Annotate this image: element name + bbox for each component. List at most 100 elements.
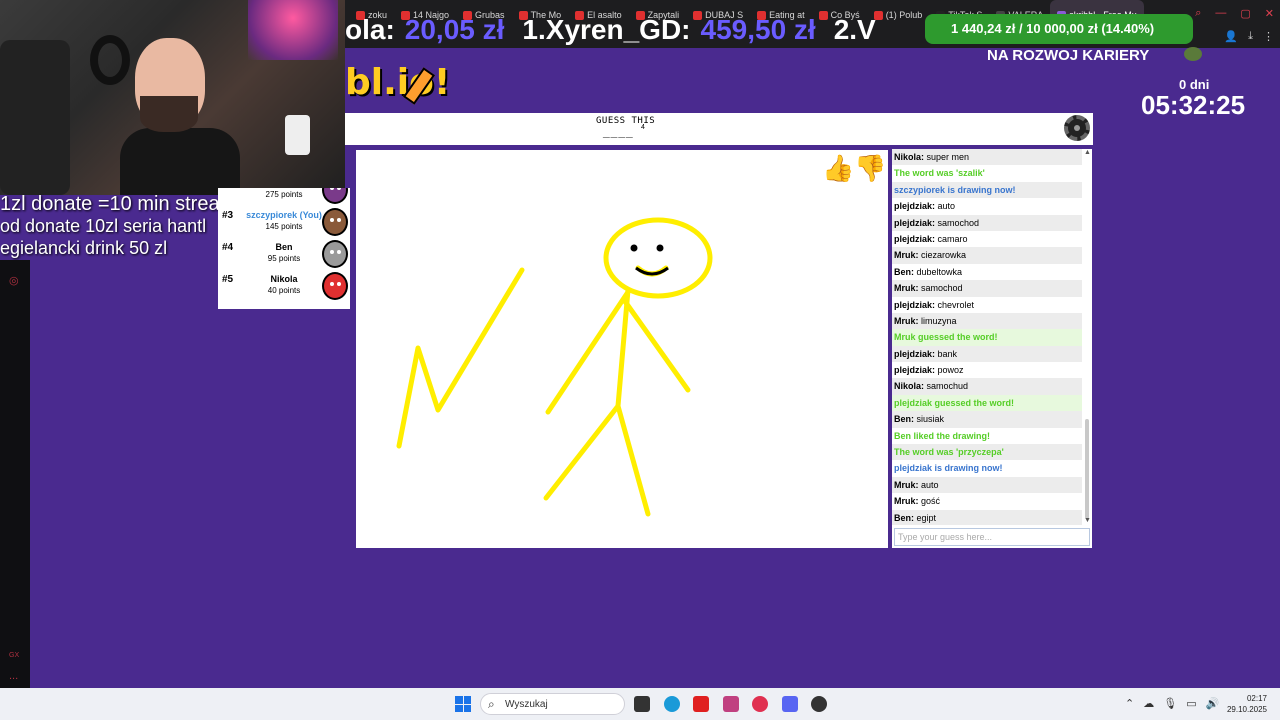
extensions-icon[interactable]: ⋮ bbox=[1263, 30, 1274, 43]
download-icon[interactable]: ⤓ bbox=[1248, 30, 1253, 43]
avatar-eye bbox=[337, 282, 341, 286]
obs-icon[interactable] bbox=[811, 696, 827, 712]
close-icon[interactable]: ✕ bbox=[1265, 7, 1274, 20]
chat-author: plejdziak: bbox=[894, 348, 936, 359]
chat-system-text: plejdziak is drawing now! bbox=[894, 463, 1003, 474]
chat-author: Mruk: bbox=[894, 283, 919, 294]
player-row[interactable]: #5 Nikola 40 points bbox=[218, 270, 350, 302]
player-rank: #3 bbox=[222, 210, 234, 221]
chat-text: dubeltowka bbox=[916, 266, 963, 277]
avatar-eye bbox=[330, 188, 334, 190]
chat-system-text: Mruk guessed the word! bbox=[894, 332, 998, 343]
search-icon: ⌕ bbox=[488, 697, 495, 711]
chat-message: szczypiorek is drawing now! bbox=[892, 181, 1082, 199]
avatar-eye bbox=[330, 218, 334, 222]
chat-text: auto bbox=[921, 479, 939, 490]
taskbar-search[interactable]: ⌕ Wyszukaj bbox=[480, 693, 625, 715]
chat-text: powoz bbox=[937, 365, 964, 376]
player-name: szczypiorek (You) bbox=[246, 210, 322, 220]
chat-message: plejdziak: chevrolet bbox=[892, 297, 1082, 313]
chevron-up-icon[interactable]: ⌃ bbox=[1125, 697, 1134, 710]
overlay-line-3: egielancki drink 50 zl bbox=[0, 238, 168, 258]
stream-overlay-text: 1zl donate =10 min stream od donate 10zl… bbox=[0, 193, 236, 259]
desk-cup bbox=[285, 115, 310, 155]
chat-system-text: Ben liked the drawing! bbox=[894, 430, 991, 441]
discord-icon[interactable] bbox=[782, 696, 798, 712]
search-tabs-icon[interactable]: ⌕ bbox=[1195, 7, 1201, 20]
profile-icon[interactable]: 👤 bbox=[1224, 30, 1238, 43]
chat-author: plejdziak: bbox=[894, 365, 936, 376]
cloud-icon[interactable]: ☁ bbox=[1143, 697, 1154, 710]
ticker-amount: 20,05 zł bbox=[404, 14, 505, 45]
drawing-canvas[interactable]: 👍 👎 bbox=[356, 150, 888, 548]
mic-icon[interactable]: 🎙 bbox=[1163, 697, 1177, 710]
chat-author: plejdziak: bbox=[894, 217, 936, 228]
youtube-icon[interactable] bbox=[693, 696, 709, 712]
side-strip: ◎ GX ... bbox=[0, 260, 30, 690]
chat-message: Mruk: ciezarowka bbox=[892, 247, 1082, 264]
rgb-light bbox=[248, 0, 338, 60]
windows-start-icon[interactable] bbox=[455, 696, 471, 712]
speaker-icon[interactable]: 🔊 bbox=[1206, 697, 1220, 710]
stick-figure-left-arm bbox=[545, 289, 631, 415]
webcam-feed bbox=[0, 0, 345, 195]
clock[interactable]: 02:17 29.10.2025 bbox=[1225, 693, 1267, 715]
player-name: Ben bbox=[275, 242, 293, 252]
avatar-eye bbox=[337, 188, 341, 190]
chat-author: plejdziak: bbox=[894, 299, 936, 310]
clock-date: 29.10.2025 bbox=[1226, 705, 1267, 714]
chat-text: gość bbox=[921, 496, 941, 507]
chat-message: Mruk: limuzyna bbox=[892, 312, 1082, 330]
settings-gear-icon[interactable] bbox=[1064, 115, 1090, 141]
chat-author: Nikola: bbox=[894, 152, 925, 162]
scroll-up-icon[interactable]: ▲ bbox=[1084, 149, 1091, 156]
snipping-tool-icon[interactable] bbox=[723, 696, 739, 712]
player-row[interactable]: #4 Ben 95 points bbox=[218, 238, 350, 270]
career-label: NA ROZWOJ KARIERY bbox=[987, 47, 1150, 64]
player-name: Nikola bbox=[270, 274, 298, 284]
ticker-amount: 459,50 zł bbox=[700, 14, 816, 45]
scroll-down-icon[interactable]: ▼ bbox=[1084, 517, 1091, 524]
chat-message: The word was 'przyczepa' bbox=[892, 444, 1082, 461]
task-view-icon[interactable] bbox=[634, 696, 650, 712]
chat-text: camaro bbox=[937, 233, 968, 244]
chat-system-text: The word was 'szalik' bbox=[894, 168, 985, 179]
chat-message: plejdziak guessed the word! bbox=[892, 394, 1082, 412]
gaming-chair bbox=[0, 40, 70, 195]
player-avatar bbox=[322, 208, 348, 236]
player-avatar bbox=[322, 272, 348, 300]
system-tray: ⌃ ☁ 🎙 ▭ 🔊 bbox=[1125, 697, 1219, 710]
chat-text: samochod bbox=[921, 283, 963, 294]
player-rank: #4 bbox=[222, 242, 234, 253]
chat-message: plejdziak is drawing now! bbox=[892, 460, 1082, 476]
guess-input[interactable] bbox=[894, 528, 1090, 546]
chat-system-text: The word was 'przyczepa' bbox=[894, 447, 1004, 458]
chat-author: Ben: bbox=[894, 414, 914, 425]
player-avatar bbox=[322, 188, 348, 204]
stream-timer: 05:32:25 bbox=[1141, 90, 1246, 120]
player-row[interactable]: #3 szczypiorek (You) 145 points bbox=[218, 206, 350, 238]
scroll-thumb[interactable] bbox=[1085, 419, 1089, 519]
player-points: 145 points bbox=[265, 222, 303, 231]
chat-messages: Nikola: super men The word was 'szalik' sz… bbox=[892, 149, 1082, 525]
stick-figure-right-eye bbox=[656, 244, 664, 252]
opera-icon[interactable] bbox=[752, 696, 768, 712]
drawing-strokes bbox=[396, 217, 713, 517]
minimize-icon[interactable]: — bbox=[1215, 7, 1226, 20]
chat-text: ciezarowka bbox=[921, 250, 967, 261]
chat-message: Mruk guessed the word! bbox=[892, 329, 1082, 346]
edge-icon[interactable] bbox=[664, 696, 680, 712]
chat-message: Mruk: auto bbox=[892, 476, 1082, 494]
player-rank: #2 bbox=[222, 188, 233, 189]
streamer-shirt bbox=[120, 128, 240, 195]
player-points: 95 points bbox=[267, 254, 301, 263]
clock-time: 02:17 bbox=[1246, 694, 1267, 703]
chat-author: Mruk: bbox=[894, 250, 919, 261]
chat-author: plejdziak: bbox=[894, 233, 936, 244]
maximize-icon[interactable]: ▢ bbox=[1240, 7, 1250, 20]
chat-system-text: plejdziak guessed the word! bbox=[894, 397, 1015, 408]
chat-scrollbar[interactable]: ▲ ▼ bbox=[1084, 149, 1091, 525]
avatar-eye bbox=[337, 218, 341, 222]
player-row[interactable]: #2plejdziak275 points bbox=[218, 188, 350, 206]
monitor-icon[interactable]: ▭ bbox=[1186, 697, 1196, 710]
